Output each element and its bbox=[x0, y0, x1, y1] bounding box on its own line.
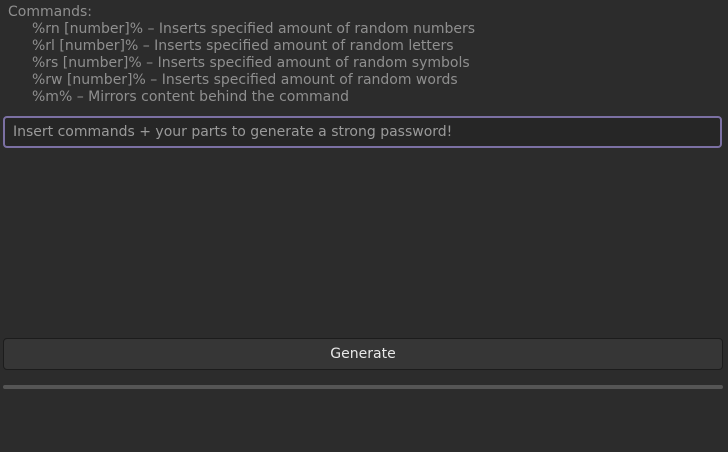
commands-help: Commands: %rn [number]% – Inserts specif… bbox=[8, 4, 475, 106]
command-random-numbers: %rn [number]% – Inserts specified amount… bbox=[32, 21, 476, 37]
generate-button[interactable]: Generate bbox=[3, 338, 723, 370]
commands-title: Commands: bbox=[8, 4, 92, 20]
password-generator-window: Commands: %rn [number]% – Inserts specif… bbox=[0, 0, 728, 452]
command-mirror: %m% – Mirrors content behind the command bbox=[32, 89, 349, 105]
command-random-letters: %rl [number]% – Inserts specified amount… bbox=[32, 38, 454, 54]
command-random-symbols: %rs [number]% – Inserts specified amount… bbox=[32, 55, 470, 71]
progress-bar bbox=[3, 385, 723, 389]
password-pattern-input[interactable] bbox=[5, 118, 720, 146]
commands-list: %rn [number]% – Inserts specified amount… bbox=[8, 21, 475, 106]
command-random-words: %rw [number]% – Inserts specified amount… bbox=[32, 72, 458, 88]
password-pattern-field[interactable] bbox=[3, 116, 722, 148]
